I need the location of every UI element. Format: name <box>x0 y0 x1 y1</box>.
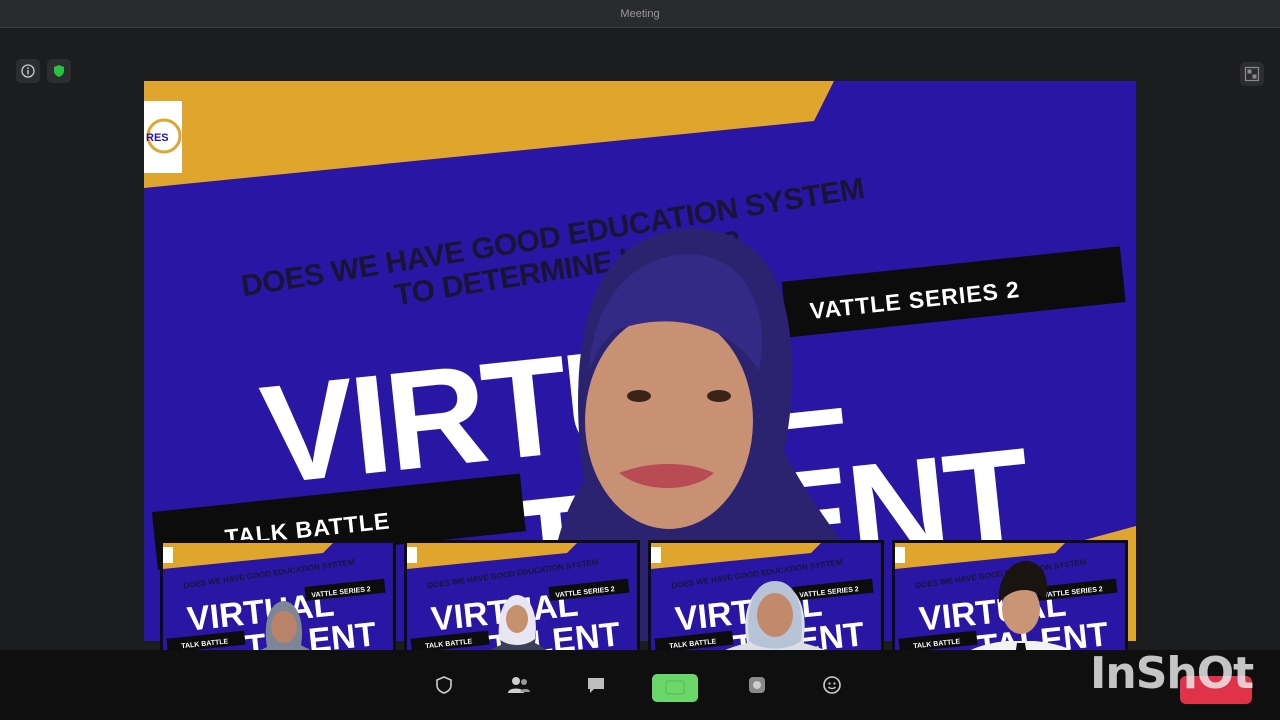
info-icon <box>21 64 35 78</box>
meeting-toolbar <box>0 650 1280 720</box>
security-icon <box>436 676 452 694</box>
chat-icon <box>588 678 604 693</box>
encryption-button[interactable] <box>47 59 71 83</box>
security-button[interactable] <box>428 672 460 698</box>
meeting-info-button[interactable] <box>16 59 40 83</box>
inshot-watermark: InShOt <box>1090 648 1254 699</box>
shield-icon <box>54 65 64 77</box>
participants-icon <box>508 677 530 693</box>
share-screen-button[interactable] <box>652 674 698 702</box>
reactions-icon <box>823 676 841 694</box>
logo-text: RES <box>146 132 169 144</box>
record-button[interactable] <box>741 672 773 698</box>
participants-button[interactable] <box>503 672 535 698</box>
window-title: Meeting <box>620 7 660 20</box>
record-icon <box>749 677 765 693</box>
meeting-stage: RES DOES WE HAVE GOOD EDUCATION SYSTEM T… <box>0 28 1280 672</box>
window-titlebar: Meeting <box>0 0 1280 28</box>
share-screen-icon <box>665 680 685 695</box>
grid-view-icon <box>1244 66 1260 82</box>
view-toggle-button[interactable] <box>1240 62 1264 86</box>
reactions-button[interactable] <box>816 672 848 698</box>
chat-button[interactable] <box>580 672 612 698</box>
